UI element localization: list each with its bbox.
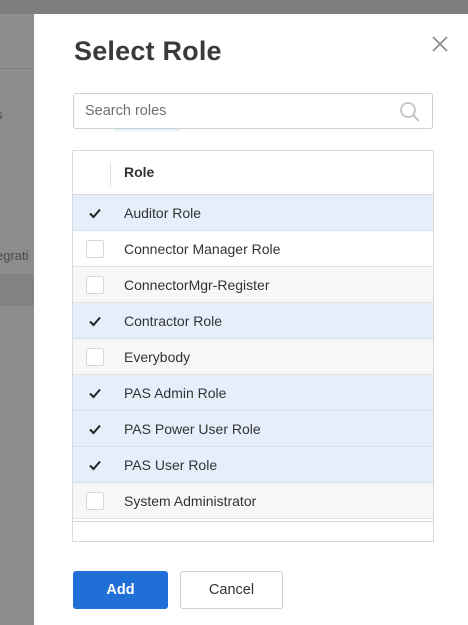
role-name: Everybody (124, 349, 191, 365)
close-button[interactable] (430, 34, 450, 54)
row-checkbox[interactable] (86, 456, 104, 474)
row-checkbox[interactable] (86, 420, 104, 438)
select-role-dialog: Select Role Role Auditor Role Connector M… (34, 14, 468, 625)
table-row[interactable]: Everybody (73, 339, 433, 375)
grid-footer (73, 521, 433, 541)
table-row[interactable]: PAS Admin Role (73, 375, 433, 411)
search-focus-hint (114, 129, 180, 131)
checkmark-icon (89, 388, 101, 399)
checkmark-icon (89, 316, 101, 327)
table-row[interactable]: ConnectorMgr-Register (73, 267, 433, 303)
background-divider (0, 68, 34, 69)
role-name: PAS Power User Role (124, 421, 261, 437)
row-checkbox[interactable] (86, 348, 104, 366)
role-name: PAS User Role (124, 457, 218, 473)
column-separator (110, 163, 111, 187)
row-checkbox[interactable] (86, 492, 104, 510)
row-checkbox[interactable] (86, 240, 104, 258)
background-text-fragment: egrati (0, 248, 29, 263)
add-button[interactable]: Add (73, 571, 168, 609)
dialog-title: Select Role (74, 36, 222, 66)
background-row (0, 274, 34, 306)
checkmark-icon (89, 424, 101, 435)
role-name: PAS Admin Role (124, 385, 227, 401)
row-checkbox[interactable] (86, 312, 104, 330)
table-row[interactable]: Contractor Role (73, 303, 433, 339)
search-field[interactable] (73, 93, 433, 129)
role-name: Auditor Role (124, 205, 202, 221)
background-topbar (0, 0, 468, 14)
table-row[interactable]: PAS User Role (73, 447, 433, 483)
background-text-fragment: s (0, 107, 3, 122)
table-row[interactable]: PAS Power User Role (73, 411, 433, 447)
row-checkbox[interactable] (86, 276, 104, 294)
table-row[interactable]: Auditor Role (73, 195, 433, 231)
column-header-role[interactable]: Role (124, 164, 154, 180)
search-icon[interactable] (399, 101, 421, 123)
table-row[interactable]: System Administrator (73, 483, 433, 519)
roles-grid: Role Auditor Role Connector Manager Role C… (72, 150, 434, 542)
close-icon (432, 36, 448, 52)
checkmark-icon (89, 208, 101, 219)
role-name: Connector Manager Role (124, 241, 281, 257)
role-name: ConnectorMgr-Register (124, 277, 270, 293)
grid-header: Role (73, 151, 433, 195)
table-row[interactable]: Connector Manager Role (73, 231, 433, 267)
role-name: System Administrator (124, 493, 257, 509)
search-input[interactable] (74, 94, 394, 128)
cancel-button[interactable]: Cancel (180, 571, 283, 609)
checkmark-icon (89, 460, 101, 471)
role-name: Contractor Role (124, 313, 223, 329)
row-checkbox[interactable] (86, 204, 104, 222)
row-checkbox[interactable] (86, 384, 104, 402)
